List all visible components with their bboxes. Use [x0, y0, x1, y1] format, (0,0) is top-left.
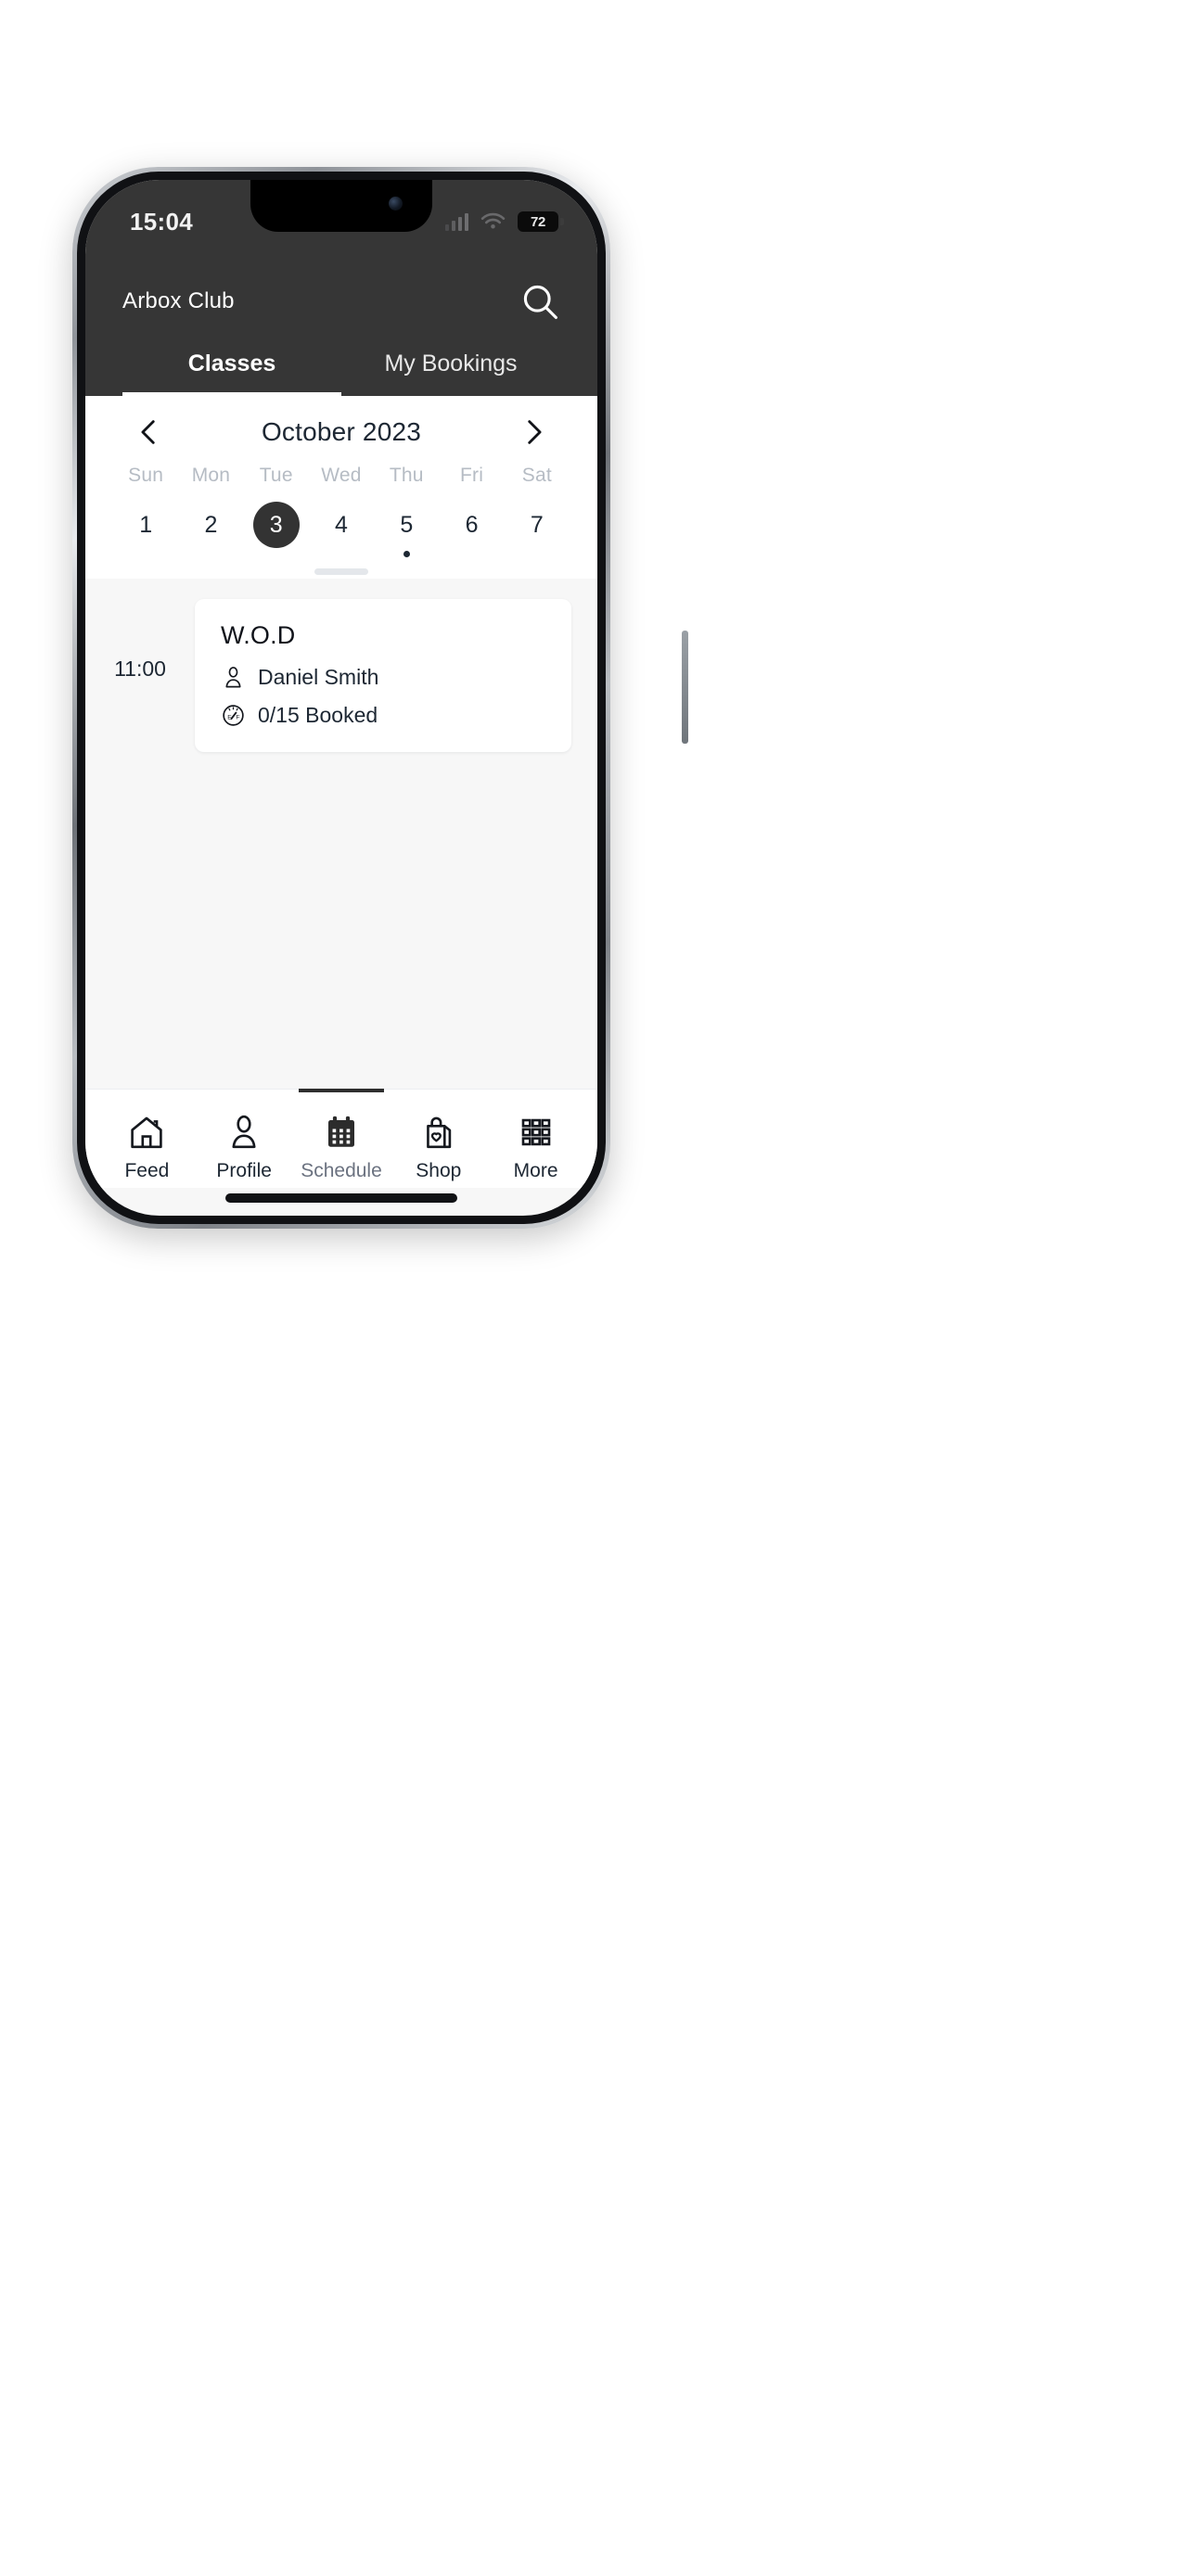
nav-item-profile[interactable]: Profile	[196, 1101, 293, 1188]
class-capacity-row: E F 0/15 Booked	[221, 703, 545, 728]
day-name: Fri	[460, 465, 484, 486]
tab-my-bookings[interactable]: My Bookings	[341, 338, 560, 396]
search-icon[interactable]	[519, 281, 560, 322]
calendar-date-cell[interactable]: 6	[439, 502, 504, 557]
svg-text:E: E	[227, 715, 232, 721]
shopping-bag-heart-icon	[426, 1116, 451, 1149]
nav-label-profile: Profile	[216, 1160, 272, 1181]
calendar-date-number: 5	[400, 511, 414, 538]
class-capacity: 0/15 Booked	[258, 703, 378, 727]
club-name: Arbox Club	[122, 288, 235, 313]
battery-level: 72	[530, 213, 546, 230]
fuel-gauge-icon: E F	[223, 705, 244, 726]
person-icon	[232, 1115, 256, 1149]
phone-frame: 15:04 72 Arbox Club Classes My Bookings …	[72, 167, 688, 1229]
day-name: Thu	[389, 465, 424, 486]
calendar-drag-handle[interactable]	[314, 568, 368, 575]
calendar-date-cell[interactable]: 1	[113, 502, 178, 557]
notch	[250, 180, 432, 232]
home-icon	[131, 1116, 163, 1149]
calendar-date-number: 6	[465, 511, 479, 538]
calendar-date-number: 3	[252, 502, 300, 548]
day-name: Sun	[128, 465, 164, 486]
tab-my-bookings-label: My Bookings	[384, 351, 518, 376]
nav-item-schedule[interactable]: Schedule	[293, 1089, 391, 1188]
calendar-strip: October 2023 Sun Mon Tue Wed Thu Fri Sat…	[85, 396, 597, 579]
status-bar-time: 15:04	[130, 208, 193, 236]
schedule-list: 11:00 W.O.D Daniel Smith E F 0/15 Booked	[85, 579, 597, 1089]
calendar-date-number: 2	[204, 511, 218, 538]
calendar-date-cell[interactable]: 2	[178, 502, 243, 557]
tab-classes-label: Classes	[187, 351, 276, 376]
nav-label-schedule: Schedule	[301, 1160, 382, 1181]
phone-bezel: 15:04 72 Arbox Club Classes My Bookings …	[77, 172, 606, 1224]
calendar-date-number: 4	[335, 511, 348, 538]
nav-item-feed[interactable]: Feed	[98, 1101, 196, 1188]
power-button[interactable]	[682, 631, 688, 744]
bottom-navigation: Feed Profile Schedule Shop More	[85, 1089, 597, 1188]
class-title: W.O.D	[221, 621, 296, 649]
calendar-month-label: October 2023	[261, 417, 422, 446]
section-tabs: Classes My Bookings	[122, 338, 560, 396]
day-name: Tue	[259, 465, 293, 486]
home-indicator[interactable]	[225, 1193, 457, 1203]
class-coach-name: Daniel Smith	[258, 665, 379, 689]
day-name: Wed	[321, 465, 362, 486]
front-camera-icon	[389, 197, 403, 210]
schedule-slot: 11:00 W.O.D Daniel Smith E F 0/15 Booked	[85, 599, 597, 752]
grid-icon	[521, 1118, 550, 1146]
calendar-date-number: 1	[139, 511, 153, 538]
nav-item-shop[interactable]: Shop	[390, 1101, 487, 1188]
calendar-day-names: Sun Mon Tue Wed Thu Fri Sat	[85, 461, 597, 487]
status-bar: 15:04 72	[85, 180, 597, 265]
calendar-date-cell[interactable]: 5	[374, 502, 439, 557]
calendar-date-number: 7	[530, 511, 544, 538]
class-coach-row: Daniel Smith	[221, 665, 545, 690]
nav-label-more: More	[513, 1160, 558, 1181]
svg-text:F: F	[236, 715, 239, 721]
tab-classes[interactable]: Classes	[122, 338, 341, 396]
day-name: Sat	[521, 465, 552, 486]
class-card[interactable]: W.O.D Daniel Smith E F 0/15 Booked	[195, 599, 571, 752]
app-header: Arbox Club Classes My Bookings	[85, 265, 597, 396]
nav-item-more[interactable]: More	[487, 1101, 584, 1188]
class-time: 11:00	[114, 657, 166, 681]
nav-label-feed: Feed	[124, 1160, 170, 1181]
battery-icon: 72	[518, 211, 564, 232]
screenshot-canvas: 15:04 72 Arbox Club Classes My Bookings …	[0, 0, 1191, 2576]
person-icon	[225, 667, 241, 688]
nav-label-shop: Shop	[416, 1160, 462, 1181]
cellular-signal-icon	[444, 212, 468, 231]
calendar-date-cell-selected[interactable]: 3	[244, 502, 309, 557]
wifi-icon	[480, 212, 506, 228]
chevron-right-icon[interactable]	[518, 416, 549, 448]
day-name: Mon	[191, 465, 231, 486]
calendar-dates: 1 2 3 4 5 6 7	[85, 487, 597, 557]
chevron-left-icon[interactable]	[134, 416, 165, 448]
calendar-date-cell[interactable]: 7	[505, 502, 570, 557]
calendar-icon	[327, 1116, 354, 1147]
phone-screen: 15:04 72 Arbox Club Classes My Bookings …	[85, 180, 597, 1216]
event-dot	[403, 551, 410, 557]
calendar-date-cell[interactable]: 4	[309, 502, 374, 557]
